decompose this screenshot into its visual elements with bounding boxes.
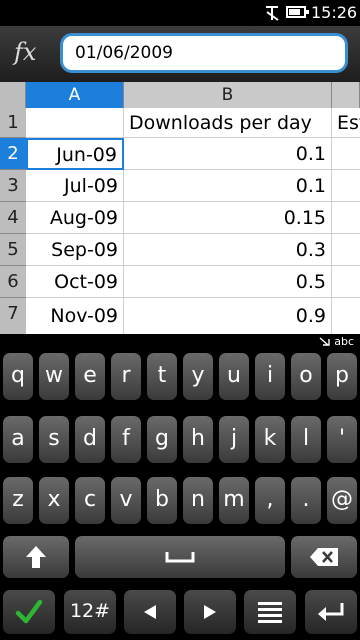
row-header-7[interactable]: 7 xyxy=(0,298,26,334)
key-z[interactable]: z xyxy=(3,477,33,524)
left-arrow-icon xyxy=(144,605,156,619)
battery-icon xyxy=(286,6,309,18)
key-y[interactable]: y xyxy=(183,353,213,400)
backspace-key[interactable] xyxy=(291,536,357,578)
key-h[interactable]: h xyxy=(183,416,213,463)
cell-b2[interactable]: 0.1 xyxy=(124,138,332,170)
key-i[interactable]: i xyxy=(255,353,285,400)
row-header-4[interactable]: 4 xyxy=(0,202,26,234)
key-o[interactable]: o xyxy=(291,353,321,400)
key-a[interactable]: a xyxy=(3,416,33,463)
cell-c7[interactable] xyxy=(332,298,360,334)
status-bar: 15:26 xyxy=(0,0,360,26)
key-j[interactable]: j xyxy=(219,416,249,463)
cell-a3[interactable]: Jul-09 xyxy=(26,170,124,202)
cell-c3[interactable] xyxy=(332,170,360,202)
key-e[interactable]: e xyxy=(75,353,105,400)
cell-b7[interactable]: 0.9 xyxy=(124,298,332,334)
space-key[interactable] xyxy=(75,536,285,578)
cell-b6[interactable]: 0.5 xyxy=(124,266,332,298)
cell-a1[interactable] xyxy=(26,108,124,138)
column-header-c[interactable] xyxy=(332,82,360,108)
cell-c4[interactable] xyxy=(332,202,360,234)
formula-bar: fx 01/06/2009 xyxy=(0,26,360,82)
row-header-5[interactable]: 5 xyxy=(0,234,26,266)
shift-key[interactable] xyxy=(3,536,69,578)
input-mode-indicator: abc xyxy=(319,335,354,348)
cell-c6[interactable] xyxy=(332,266,360,298)
key-c[interactable]: c xyxy=(75,477,105,524)
key-s[interactable]: s xyxy=(39,416,69,463)
key-t[interactable]: t xyxy=(147,353,177,400)
checkmark-icon xyxy=(15,599,43,624)
cell-c5[interactable] xyxy=(332,234,360,266)
numbers-symbols-key[interactable]: 12# xyxy=(64,590,116,634)
spreadsheet-grid: A B 1 Downloads per day Est 2 Jun-09 0.1… xyxy=(0,82,360,334)
cell-a5[interactable]: Sep-09 xyxy=(26,234,124,266)
key-q[interactable]: q xyxy=(3,353,33,400)
backspace-icon xyxy=(310,548,338,566)
key-comma[interactable]: , xyxy=(255,477,285,524)
row-header-1[interactable]: 1 xyxy=(0,108,26,138)
no-signal-icon xyxy=(266,6,279,21)
virtual-keyboard: abc q w e r t y u i o p a s d f g h j k … xyxy=(0,334,360,640)
key-d[interactable]: d xyxy=(75,416,105,463)
key-v[interactable]: v xyxy=(111,477,141,524)
key-at[interactable]: @ xyxy=(327,477,357,524)
key-k[interactable]: k xyxy=(255,416,285,463)
menu-icon xyxy=(258,602,282,623)
key-period[interactable]: . xyxy=(291,477,321,524)
fx-label: fx xyxy=(14,38,37,66)
cell-c1[interactable]: Est xyxy=(332,108,360,138)
key-n[interactable]: n xyxy=(183,477,213,524)
key-apostrophe[interactable]: ' xyxy=(327,416,357,463)
row-header-6[interactable]: 6 xyxy=(0,266,26,298)
column-header-b[interactable]: B xyxy=(124,82,332,108)
key-g[interactable]: g xyxy=(147,416,177,463)
cell-b3[interactable]: 0.1 xyxy=(124,170,332,202)
key-f[interactable]: f xyxy=(111,416,141,463)
cursor-right-key[interactable] xyxy=(184,590,236,634)
enter-icon xyxy=(318,603,344,621)
key-l[interactable]: l xyxy=(291,416,321,463)
key-r[interactable]: r xyxy=(111,353,141,400)
cell-a6[interactable]: Oct-09 xyxy=(26,266,124,298)
corner-cell[interactable] xyxy=(0,82,26,108)
shift-icon xyxy=(26,546,46,568)
column-header-a[interactable]: A xyxy=(26,82,124,108)
key-p[interactable]: p xyxy=(327,353,357,400)
enter-key[interactable] xyxy=(305,590,357,634)
clock: 15:26 xyxy=(311,3,358,22)
key-m[interactable]: m xyxy=(219,477,249,524)
cursor-left-key[interactable] xyxy=(124,590,176,634)
row-header-2[interactable]: 2 xyxy=(0,138,26,170)
key-b[interactable]: b xyxy=(147,477,177,524)
cell-a4[interactable]: Aug-09 xyxy=(26,202,124,234)
ok-button[interactable] xyxy=(3,590,55,634)
formula-input[interactable]: 01/06/2009 xyxy=(60,33,348,73)
cell-c2[interactable] xyxy=(332,138,360,170)
input-arrow-icon xyxy=(319,337,330,346)
cell-a7[interactable]: Nov-09 xyxy=(26,298,124,334)
cell-b5[interactable]: 0.3 xyxy=(124,234,332,266)
key-w[interactable]: w xyxy=(39,353,69,400)
cell-b4[interactable]: 0.15 xyxy=(124,202,332,234)
space-icon xyxy=(165,552,195,563)
right-arrow-icon xyxy=(204,605,216,619)
cell-b1[interactable]: Downloads per day xyxy=(124,108,332,138)
options-menu-key[interactable] xyxy=(244,590,296,634)
key-x[interactable]: x xyxy=(39,477,69,524)
key-u[interactable]: u xyxy=(219,353,249,400)
cell-a2[interactable]: Jun-09 xyxy=(26,138,124,170)
row-header-3[interactable]: 3 xyxy=(0,170,26,202)
